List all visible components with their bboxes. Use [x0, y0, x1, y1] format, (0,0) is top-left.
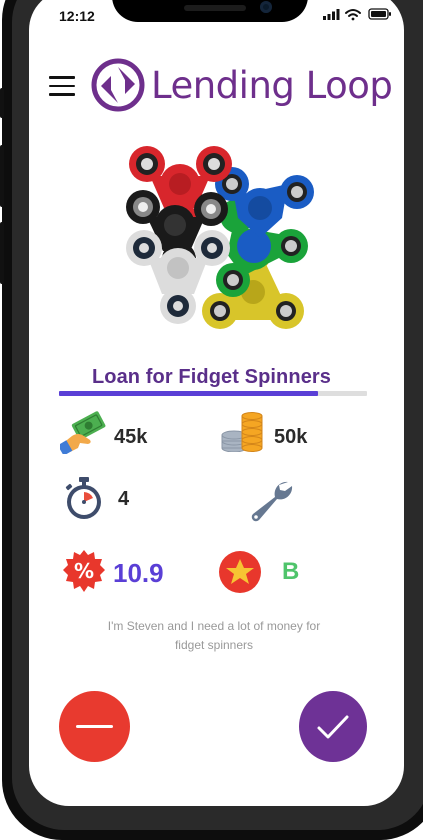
wrench-icon [251, 481, 293, 522]
brand-name: Lending Loop [151, 64, 393, 107]
wifi-icon [345, 9, 361, 21]
check-icon [317, 715, 349, 739]
hamburger-menu-icon[interactable] [49, 76, 75, 96]
status-icons [323, 8, 391, 21]
svg-text:%: % [74, 559, 94, 583]
phone-side-button [0, 222, 4, 284]
percent-badge-icon: % [63, 550, 105, 592]
signal-icon [323, 9, 340, 20]
loan-title: Loan for Fidget Spinners [91, 366, 332, 388]
loan-description: I'm Steven and I need a lot of money for… [107, 619, 321, 652]
interest-rate: 10.9 [113, 558, 164, 588]
battery-icon [368, 8, 391, 20]
fidget-spinners-image [126, 146, 314, 329]
stopwatch-icon [65, 477, 101, 519]
notch-camera [260, 1, 272, 13]
loan-amount: 45k [114, 426, 148, 448]
reject-button[interactable] [59, 691, 130, 762]
lending-loop-logo-icon [91, 58, 145, 112]
funding-progress-fill [59, 391, 318, 396]
phone-side-button [0, 145, 4, 207]
money-hand-icon [60, 411, 106, 454]
loan-term: 4 [118, 488, 130, 510]
phone-side-button [0, 88, 4, 118]
phone-notch [112, 0, 308, 22]
accept-button[interactable] [299, 691, 367, 762]
notch-speaker [184, 5, 246, 11]
amount-raised: 50k [274, 426, 308, 448]
risk-grade: B [282, 558, 300, 585]
star-badge-icon [219, 551, 261, 593]
funding-progress-bar [59, 391, 367, 396]
phone-screen [29, 0, 404, 806]
minus-icon [76, 725, 113, 728]
coin-stack-icon [221, 412, 263, 452]
status-time: 12:12 [59, 8, 95, 24]
